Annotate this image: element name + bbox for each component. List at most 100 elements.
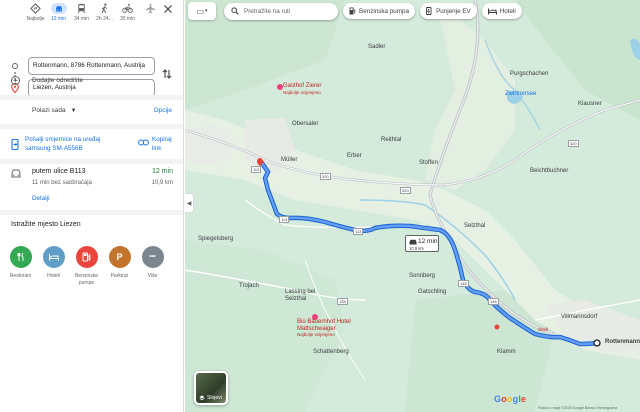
parking-icon: P	[108, 246, 131, 268]
divider	[0, 210, 183, 215]
add-destination-label: Dodajte odredište	[32, 77, 83, 84]
close-icon[interactable]	[163, 4, 173, 14]
send-to-device-row: Pošalji smjernice na uređaj samsung SM-A…	[0, 134, 183, 156]
category-hotels[interactable]: Hoteli	[37, 246, 70, 287]
road-shield: 113	[353, 228, 364, 235]
bike-icon	[122, 3, 133, 13]
bed-icon	[487, 8, 497, 14]
route-traffic-note: 11 min bez saobraćaja	[32, 180, 92, 186]
menu-icon: ▭	[196, 6, 205, 16]
category-label: Više	[147, 273, 158, 279]
place-label: Trojach	[239, 283, 259, 289]
mode-best[interactable]: Najbolje	[24, 3, 47, 22]
depart-now-dropdown[interactable]: Polazi sada ▼	[32, 107, 77, 114]
mode-car[interactable]: 12 min	[47, 3, 70, 22]
chip-gas-station[interactable]: Benzinska pumpa	[343, 3, 416, 19]
origin-dot-icon	[12, 63, 18, 69]
category-restaurants[interactable]: Restorani	[4, 246, 37, 287]
mode-bike[interactable]: 35 min	[116, 3, 139, 22]
category-more[interactable]: ••• Više	[136, 246, 169, 287]
road-shield: 146	[458, 280, 469, 287]
poi-name: Gasthof Zierer	[283, 83, 322, 89]
explore-categories: Restorani Hoteli Benzinske pumpe P Parki…	[4, 246, 169, 287]
phone-send-icon	[11, 139, 19, 150]
layers-button[interactable]: Slojevi	[194, 371, 228, 405]
layers-label: Slojevi	[207, 395, 222, 401]
mode-flight[interactable]	[139, 3, 162, 16]
mode-transit[interactable]: 34 min	[70, 3, 93, 22]
chip-label: Benzinska pumpa	[359, 7, 410, 15]
place-label: Shell	[538, 327, 549, 332]
road-shield: 320	[400, 187, 411, 194]
poi-note: Najbolje ocijenjeno	[297, 332, 335, 337]
place-label: Beichtbuchner	[530, 168, 569, 174]
place-label: Rottenmann	[605, 339, 640, 345]
route-option[interactable]: putem ulice B113 11 min bez saobraćaja 1…	[0, 164, 183, 210]
place-label: Reithtal	[381, 137, 402, 143]
place-label: Klamm	[497, 349, 516, 355]
google-logo: Google	[494, 394, 527, 404]
category-gas-stations[interactable]: Benzinske pumpe	[70, 246, 103, 287]
car-icon	[11, 169, 21, 178]
ev-charging-icon	[426, 7, 432, 15]
send-to-device-link[interactable]: Pošalji smjernice na uređaj samsung SM-A…	[25, 135, 125, 153]
menu-button[interactable]: ▭ ▾	[188, 2, 216, 20]
place-label: Schattenberg	[313, 349, 349, 355]
copy-link-button[interactable]: Kopiraj link	[152, 135, 180, 153]
mode-walk[interactable]: 2h 24...	[93, 3, 116, 22]
route-via: putem ulice B113	[32, 168, 86, 175]
route-search[interactable]: Pretražite na ruti	[224, 2, 338, 20]
origin-input[interactable]: Rottenmann, 8786 Rottenmann, Austrija	[28, 57, 155, 75]
chip-ev-charging[interactable]: Punjenje EV	[420, 3, 477, 19]
map-top-bar: ▭ ▾ Pretražite na ruti Benzinska pumpa Pu…	[188, 2, 522, 20]
category-label: Hoteli	[47, 273, 60, 279]
transit-icon	[77, 3, 86, 14]
mode-best-label: Najbolje	[26, 16, 45, 22]
road-shield: 320	[320, 173, 331, 180]
chevron-left-icon: ◀	[186, 200, 192, 207]
place-label: Zwirtnersee	[505, 91, 537, 97]
divider	[0, 95, 183, 100]
collapse-panel-button[interactable]: ◀	[185, 193, 194, 213]
place-label: Purgschachen	[510, 71, 549, 77]
route-details-link[interactable]: Detalji	[32, 195, 50, 202]
caret-down-icon: ▼	[70, 107, 77, 114]
category-label: Restorani	[9, 273, 32, 279]
car-icon	[50, 3, 67, 14]
mode-car-label: 12 min	[50, 16, 66, 22]
explore-title: Istražite mjesto Liezen	[11, 221, 81, 228]
route-distance: 10,9 km	[151, 180, 173, 186]
category-label: Benzinske pumpe	[74, 273, 99, 286]
chip-hotels[interactable]: Hoteli	[481, 3, 522, 19]
gas-pump-icon	[75, 246, 98, 268]
category-parking[interactable]: P Parkinzi	[103, 246, 136, 287]
road-shield: 146	[488, 298, 499, 305]
poi-bauernhof[interactable]: Bio Bauernhof Hotel Mattschwaiger Najbol…	[297, 319, 357, 339]
place-label: Klausner	[578, 101, 602, 107]
depart-now-label: Polazi sada	[32, 107, 66, 114]
road-shield: 320	[568, 140, 579, 147]
swap-icon[interactable]	[162, 68, 172, 80]
poi-note: Najbolje ocijenjeno	[283, 89, 321, 95]
mode-walk-label: 2h 24...	[96, 16, 113, 22]
gas-pump-icon	[349, 7, 356, 15]
options-button[interactable]: Opcije	[154, 107, 172, 114]
directions-panel: Najbolje 12 min 34 min 2h 24... 35 min R…	[0, 0, 184, 412]
bubble-distance: 10,9 km	[409, 246, 424, 251]
add-destination-row[interactable]: + Dodajte odredište	[11, 76, 83, 85]
road-shield: 113	[279, 216, 290, 223]
car-icon	[409, 239, 417, 245]
route-search-input[interactable]: Pretražite na ruti	[244, 8, 290, 15]
flight-icon	[145, 3, 156, 14]
layers-icon	[199, 395, 205, 401]
place-label: Müller	[281, 157, 298, 163]
place-label: Sadler	[368, 44, 386, 50]
map-footer: Podaci o mapi ©2025 Google Bosna i Herce…	[538, 406, 618, 410]
chevron-down-icon: ▾	[205, 8, 208, 14]
map-canvas[interactable]: Sadler Purgschachen Zwirtnersee Klausner…	[185, 0, 640, 412]
poi-gasthof[interactable]: Gasthof Zierer Najbolje ocijenjeno	[283, 83, 321, 96]
route-duration-bubble[interactable]: 12 min 10,9 km	[405, 235, 439, 252]
more-icon: •••	[141, 246, 164, 268]
mode-bike-label: 35 min	[119, 16, 135, 22]
map-background	[185, 0, 640, 412]
